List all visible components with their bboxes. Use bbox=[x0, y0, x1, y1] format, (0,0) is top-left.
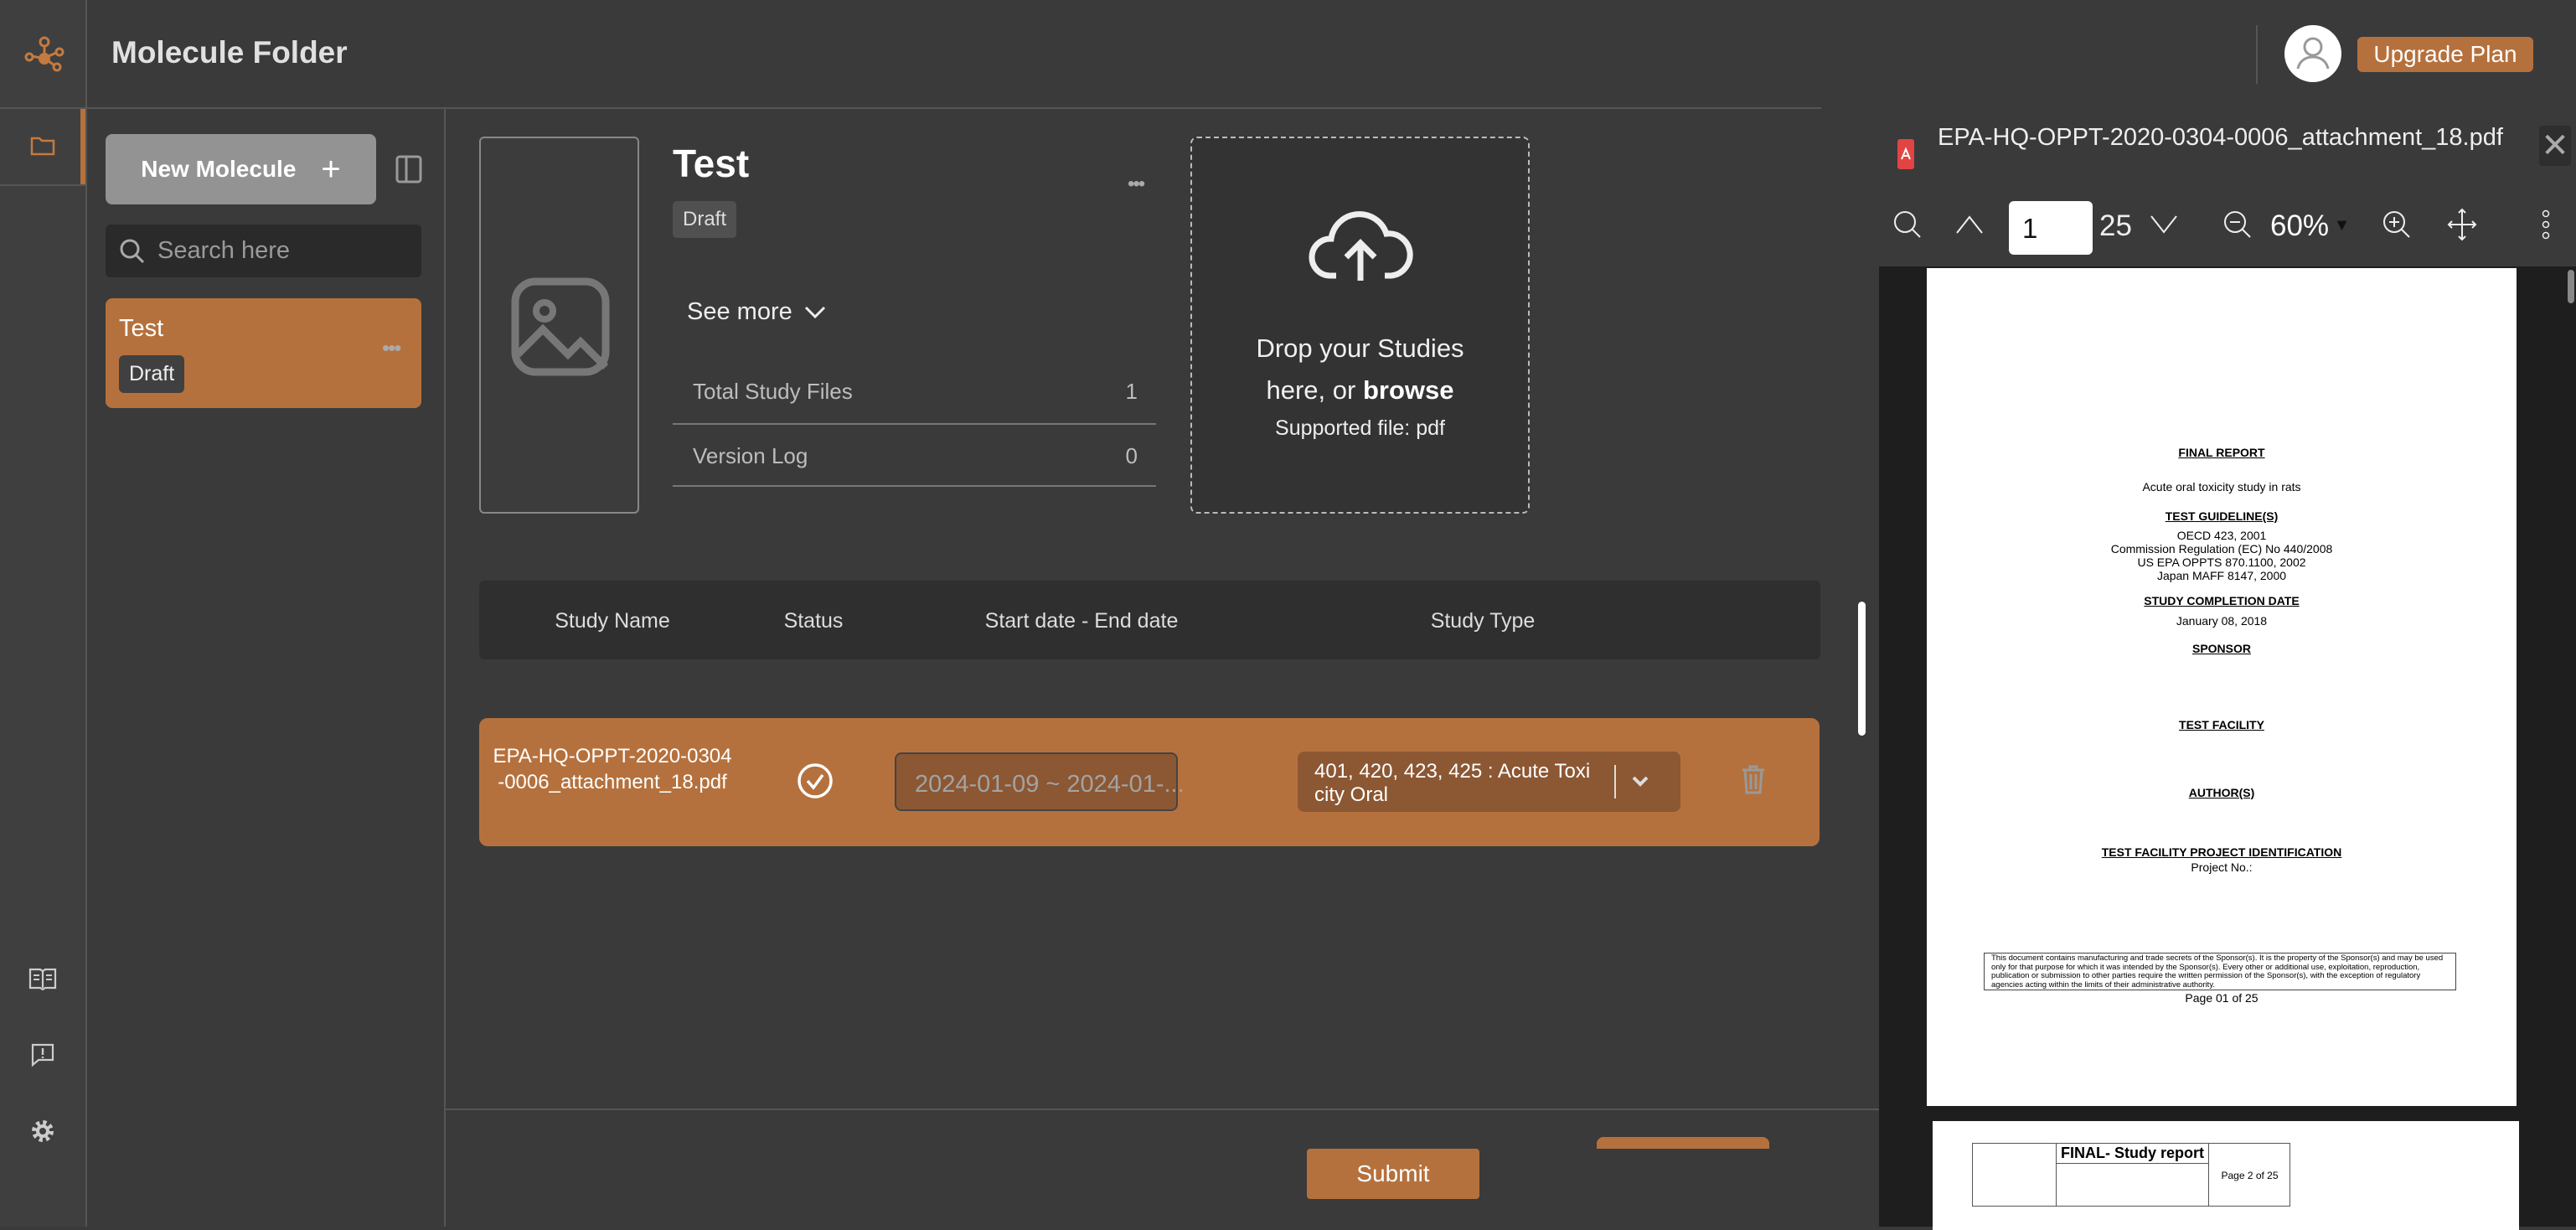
pdf-scrollbar[interactable] bbox=[2568, 270, 2574, 303]
check-circle-icon bbox=[798, 763, 833, 798]
molecule-list-item[interactable]: Test Draft ••• bbox=[106, 298, 421, 408]
next-page-icon[interactable] bbox=[2149, 214, 2179, 235]
see-more-label: See more bbox=[687, 298, 792, 325]
panel-toggle-icon[interactable] bbox=[395, 155, 422, 183]
pan-move-icon[interactable] bbox=[2447, 208, 2477, 241]
search-placeholder: Search here bbox=[157, 237, 290, 264]
study-type-select[interactable]: 401, 420, 423, 425 : Acute Toxicity Oral bbox=[1298, 752, 1680, 812]
nav-rail bbox=[0, 0, 87, 1227]
study-name: EPA-HQ-OPPT-2020-0304-0006_attachment_18… bbox=[493, 745, 732, 793]
pdf-page-1: FINAL REPORT Acute oral toxicity study i… bbox=[1927, 268, 2517, 1106]
search-icon[interactable] bbox=[1892, 209, 1923, 240]
molecule-logo-icon[interactable] bbox=[23, 35, 65, 74]
close-icon: ✕ bbox=[2541, 127, 2569, 164]
page-number-input[interactable]: 1 bbox=[2009, 201, 2093, 255]
avatar[interactable] bbox=[2284, 25, 2341, 82]
file-dropzone[interactable]: Drop your Studies here, or browse Support… bbox=[1190, 137, 1530, 514]
molecule-image-placeholder[interactable] bbox=[479, 137, 639, 514]
pdf-page-2: FINAL- Study report Page 2 of 25 bbox=[1933, 1121, 2519, 1230]
gear-icon[interactable] bbox=[29, 1118, 56, 1145]
plus-icon: + bbox=[321, 150, 341, 188]
cloud-upload-icon bbox=[1309, 211, 1413, 281]
date-range-input[interactable]: 2024-01-09 ~ 2024-01-... bbox=[895, 752, 1185, 811]
more-vertical-icon[interactable] bbox=[2541, 209, 2551, 240]
pdf-viewer: EPA-HQ-OPPT-2020-0304-0006_attachment_18… bbox=[1879, 109, 2576, 1230]
book-icon[interactable] bbox=[28, 967, 57, 990]
molecule-status-badge: Draft bbox=[673, 201, 737, 238]
pdf-file-icon bbox=[1897, 139, 1914, 169]
pdf-filename: EPA-HQ-OPPT-2020-0304-0006_attachment_18… bbox=[1938, 124, 2503, 151]
main-scrollbar[interactable] bbox=[1858, 602, 1866, 736]
see-more-toggle[interactable]: See more bbox=[687, 298, 826, 326]
zoom-out-icon[interactable] bbox=[2222, 209, 2253, 240]
pdf-document-area[interactable]: FINAL REPORT Acute oral toxicity study i… bbox=[1879, 266, 2576, 1230]
stat-row-version-log: Version Log 0 bbox=[673, 425, 1156, 487]
header-divider bbox=[87, 107, 1821, 109]
folder-icon[interactable] bbox=[30, 136, 55, 156]
molecule-menu-icon[interactable]: ••• bbox=[1128, 173, 1145, 196]
search-icon bbox=[120, 239, 145, 263]
new-molecule-button[interactable]: New Molecule + bbox=[106, 134, 376, 204]
feedback-icon[interactable] bbox=[30, 1042, 55, 1067]
submit-button[interactable]: Submit bbox=[1307, 1149, 1479, 1199]
delete-trash-icon[interactable] bbox=[1741, 764, 1766, 794]
table-row[interactable]: EPA-HQ-OPPT-2020-0304-0006_attachment_18… bbox=[479, 718, 1820, 846]
new-molecule-label: New Molecule bbox=[141, 156, 297, 182]
close-viewer-button[interactable]: ✕ bbox=[2539, 126, 2571, 166]
molecule-name: Test bbox=[119, 315, 164, 342]
stat-row-total-files: Total Study Files 1 bbox=[673, 360, 1156, 425]
zoom-level-select[interactable]: 60% ▼ bbox=[2270, 209, 2350, 243]
table-header: Study Name Status Start date - End date … bbox=[479, 581, 1820, 659]
more-options-icon[interactable]: ••• bbox=[382, 335, 401, 361]
zoom-in-icon[interactable] bbox=[2382, 209, 2412, 240]
chevron-down-icon bbox=[1632, 776, 1649, 787]
status-badge: Draft bbox=[119, 355, 185, 393]
browse-link[interactable]: browse bbox=[1363, 375, 1454, 405]
total-pages: 25 bbox=[2099, 209, 2132, 242]
search-input[interactable]: Search here bbox=[106, 225, 421, 277]
chevron-down-icon bbox=[804, 306, 825, 318]
page-title: Molecule Folder bbox=[111, 35, 348, 70]
image-icon bbox=[511, 277, 610, 376]
molecule-title: Test bbox=[673, 142, 750, 185]
study-type-value: 401, 420, 423, 425 : Acute Toxicity Oral bbox=[1314, 760, 1591, 806]
upgrade-plan-button[interactable]: Upgrade Plan bbox=[2357, 37, 2533, 72]
previous-page-icon[interactable] bbox=[1954, 214, 1985, 235]
supported-file-text: Supported file: pdf bbox=[1275, 416, 1445, 440]
